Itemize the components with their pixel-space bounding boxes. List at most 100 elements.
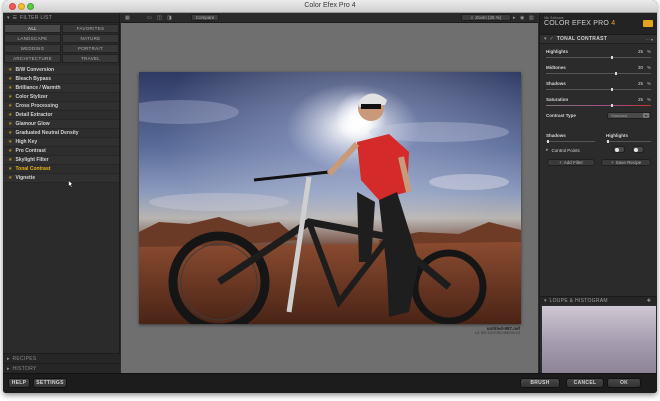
contrast-type-dropdown[interactable]: Standard ▾ bbox=[607, 112, 651, 119]
category-nature[interactable]: NATURE bbox=[62, 34, 119, 43]
filter-item[interactable]: ★ Vignette bbox=[3, 174, 119, 183]
filter-item[interactable]: ★ Glamour Glow bbox=[3, 120, 119, 129]
filter-item[interactable]: ★ Cross Processing bbox=[3, 102, 119, 111]
loupe-preview[interactable] bbox=[542, 306, 656, 373]
subtract-control-point-button[interactable] bbox=[632, 146, 644, 153]
filter-label: Detail Extractor bbox=[15, 112, 53, 118]
filter-item[interactable]: ★ Color Stylizer bbox=[3, 93, 119, 102]
category-landscape[interactable]: LANDSCAPE bbox=[4, 34, 61, 43]
slider-controls: Highlights 25% Midtones 30% Shadows 25% Satura… bbox=[540, 44, 657, 110]
favorite-star-icon[interactable]: ★ bbox=[8, 67, 12, 73]
favorite-star-icon[interactable]: ★ bbox=[8, 94, 12, 100]
midtones-slider[interactable] bbox=[546, 73, 651, 74]
loupe-histogram-header[interactable]: ▾ LOUPE & HISTOGRAM ✚ bbox=[540, 296, 657, 305]
category-portrait[interactable]: PORTRAIT bbox=[62, 44, 119, 53]
shadows-label: Shadows bbox=[546, 81, 566, 86]
single-view-icon[interactable]: ▭ bbox=[147, 15, 152, 21]
add-control-point-button[interactable] bbox=[613, 146, 625, 153]
category-favorites[interactable]: FAVORITES bbox=[62, 24, 119, 33]
panel-toggle-icon[interactable]: ▥ bbox=[529, 15, 534, 21]
category-all[interactable]: ALL bbox=[4, 24, 61, 33]
pin-icon[interactable]: ✚ bbox=[647, 298, 651, 304]
filter-item[interactable]: ★ Brilliance / Warmth bbox=[3, 84, 119, 93]
midtones-value[interactable]: 30 bbox=[638, 65, 643, 70]
product-name: COLOR EFEX PRO 4 bbox=[544, 20, 653, 27]
favorite-star-icon[interactable]: ★ bbox=[8, 166, 12, 172]
help-button[interactable]: HELP bbox=[8, 378, 30, 388]
filter-item[interactable]: ★ Pro Contrast bbox=[3, 147, 119, 156]
preview-image[interactable] bbox=[139, 72, 521, 324]
midtones-slider-handle[interactable] bbox=[614, 72, 617, 75]
filter-label: Glamour Glow bbox=[15, 121, 50, 127]
filter-item[interactable]: ★ High Key bbox=[3, 138, 119, 147]
favorite-star-icon[interactable]: ★ bbox=[8, 103, 12, 109]
filter-label: Brilliance / Warmth bbox=[15, 85, 61, 91]
product-version: 4 bbox=[611, 20, 616, 27]
favorite-star-icon[interactable]: ★ bbox=[8, 112, 12, 118]
split-view-icon[interactable]: ◫ bbox=[157, 15, 162, 21]
contrast-type-value: Standard bbox=[611, 113, 628, 118]
saturation-slider-handle[interactable] bbox=[610, 104, 613, 107]
favorite-star-icon[interactable]: ★ bbox=[8, 175, 12, 181]
filter-item[interactable]: ★ Graduated Neutral Density bbox=[3, 129, 119, 138]
protect-highlights-slider[interactable] bbox=[606, 141, 651, 142]
side-by-side-view-icon[interactable]: ◨ bbox=[167, 15, 172, 21]
category-wedding[interactable]: WEDDING bbox=[4, 44, 61, 53]
add-filter-button[interactable]: + Add Filter bbox=[547, 159, 595, 166]
favorite-star-icon[interactable]: ★ bbox=[8, 85, 12, 91]
filter-list-header[interactable]: ▾ ☰ FILTER LIST bbox=[3, 13, 119, 23]
favorite-star-icon[interactable]: ★ bbox=[8, 130, 12, 136]
highlights-slider-handle[interactable] bbox=[610, 56, 613, 59]
contrast-type-label: Contrast Type bbox=[546, 113, 576, 118]
control-points-row: ▸ Control Points bbox=[540, 144, 657, 156]
save-recipe-button[interactable]: + Save Recipe bbox=[601, 159, 651, 166]
cancel-button[interactable]: CANCEL bbox=[566, 378, 604, 388]
active-filter-header[interactable]: ▾ ✓ TONAL CONTRAST ⋯ ▾ bbox=[540, 35, 657, 44]
filter-item[interactable]: ★ Bleach Bypass bbox=[3, 75, 119, 84]
percent-unit: % bbox=[646, 97, 651, 102]
preview-area: ▦ ▭ ◫ ◨ Compare ⌕ Zoom (25 %) ▸ ◉ ▥ unti… bbox=[121, 13, 538, 373]
slider-row: Shadows 25% bbox=[540, 78, 657, 94]
preview-toolbar: ▦ ▭ ◫ ◨ Compare ⌕ Zoom (25 %) ▸ ◉ ▥ bbox=[121, 13, 538, 23]
filter-options-icon[interactable]: ⋯ ▾ bbox=[646, 37, 653, 42]
chevron-right-icon[interactable]: ▸ bbox=[546, 147, 549, 153]
favorite-star-icon[interactable]: ★ bbox=[8, 121, 12, 127]
favorite-star-icon[interactable]: ★ bbox=[8, 139, 12, 145]
zoom-dropdown[interactable]: ⌕ Zoom (25 %) bbox=[461, 14, 511, 21]
ok-button[interactable]: OK bbox=[607, 378, 641, 388]
shadows-slider-handle[interactable] bbox=[610, 88, 613, 91]
protect-shadows-handle[interactable] bbox=[547, 140, 549, 143]
grid-view-icon[interactable]: ▦ bbox=[125, 15, 130, 21]
saturation-value[interactable]: 25 bbox=[638, 97, 643, 102]
category-travel[interactable]: TRAVEL bbox=[62, 54, 119, 63]
saturation-slider[interactable] bbox=[546, 105, 651, 106]
category-architecture[interactable]: ARCHITECTURE bbox=[4, 54, 61, 63]
compare-button[interactable]: Compare bbox=[191, 14, 219, 21]
favorite-star-icon[interactable]: ★ bbox=[8, 157, 12, 163]
filter-item[interactable]: ★ Detail Extractor bbox=[3, 111, 119, 120]
history-section[interactable]: ▸ HISTORY bbox=[3, 363, 120, 373]
checkmark-icon[interactable]: ✓ bbox=[550, 36, 554, 42]
protect-highlights-handle[interactable] bbox=[607, 140, 609, 143]
filter-list-panel: ▾ ☰ FILTER LIST ALL FAVORITES LANDSCAPE … bbox=[3, 13, 120, 373]
filter-item[interactable]: ★ Tonal Contrast bbox=[3, 165, 119, 174]
favorite-star-icon[interactable]: ★ bbox=[8, 148, 12, 154]
recipes-section[interactable]: ▸ RECIPES bbox=[3, 353, 120, 363]
filter-item[interactable]: ★ B/W Conversion bbox=[3, 66, 119, 75]
shadows-value[interactable]: 25 bbox=[638, 81, 643, 86]
filter-label: Bleach Bypass bbox=[15, 76, 52, 82]
percent-unit: % bbox=[646, 49, 651, 54]
brush-button[interactable]: BRUSH bbox=[520, 378, 560, 388]
highlights-slider[interactable] bbox=[546, 57, 651, 58]
plus-icon: + bbox=[610, 160, 614, 165]
shadows-slider[interactable] bbox=[546, 89, 651, 90]
eyedropper-icon[interactable]: ◉ bbox=[520, 15, 524, 21]
filter-actions-row: + Add Filter + Save Recipe bbox=[540, 159, 657, 171]
protect-shadows-slider[interactable] bbox=[546, 141, 595, 142]
settings-button[interactable]: SETTINGS bbox=[33, 378, 67, 388]
filter-item[interactable]: ★ Skylight Filter bbox=[3, 156, 119, 165]
favorite-star-icon[interactable]: ★ bbox=[8, 76, 12, 82]
highlights-value[interactable]: 25 bbox=[638, 49, 643, 54]
contrast-type-row: Contrast Type Standard ▾ bbox=[540, 110, 657, 126]
zoom-arrow-icon[interactable]: ▸ bbox=[513, 15, 516, 21]
